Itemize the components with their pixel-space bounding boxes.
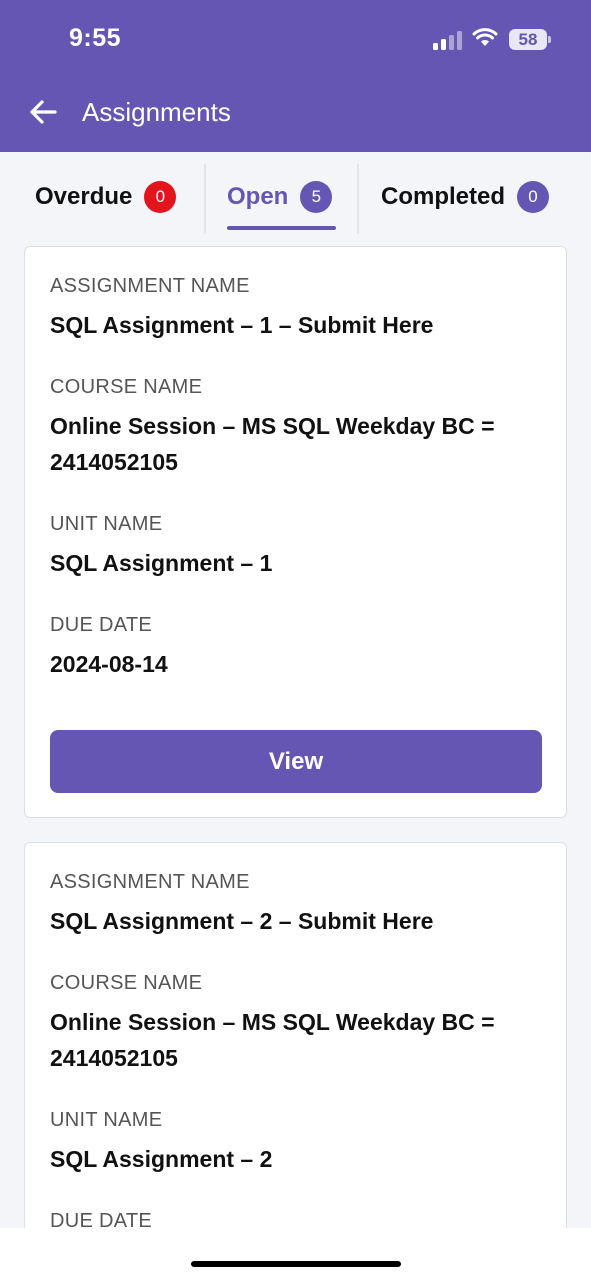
unit-name-value: SQL Assignment – 1 [50, 550, 273, 576]
tab-overdue[interactable]: Overdue 0 [35, 166, 177, 228]
unit-name-label: UNIT NAME [50, 1109, 163, 1131]
cellular-signal-icon [433, 31, 462, 50]
unit-name-label: UNIT NAME [50, 513, 163, 535]
course-name-value: Online Session – MS SQL Weekday BC = 241… [50, 1009, 495, 1071]
course-name-value: Online Session – MS SQL Weekday BC = 241… [50, 413, 495, 475]
arrow-left-icon[interactable] [27, 96, 59, 128]
tab-label: Completed [381, 183, 506, 210]
bottom-safe-area [0, 1228, 591, 1280]
course-name-label: COURSE NAME [50, 972, 203, 994]
view-button[interactable]: View [50, 730, 542, 793]
due-date-value: 2024-08-14 [50, 651, 168, 677]
active-tab-indicator [227, 226, 336, 230]
assignment-name-label: ASSIGNMENT NAME [50, 871, 250, 893]
count-badge: 0 [144, 181, 177, 213]
assignment-card: ASSIGNMENT NAME SQL Assignment – 2 – Sub… [24, 842, 567, 1242]
tab-label: Overdue [35, 183, 133, 210]
tab-divider [357, 164, 359, 234]
page-title: Assignments [82, 97, 231, 127]
tab-bar: Overdue 0 Open 5 Completed 0 [0, 152, 591, 242]
count-badge: 0 [517, 181, 550, 213]
count-badge: 5 [300, 181, 333, 213]
tab-divider [204, 164, 206, 234]
assignment-name-value: SQL Assignment – 2 – Submit Here [50, 908, 434, 934]
status-time: 9:55 [69, 24, 122, 52]
due-date-label: DUE DATE [50, 614, 153, 636]
tab-open[interactable]: Open 5 [227, 166, 333, 228]
app-header: 9:55 58 Assignments [0, 0, 591, 152]
battery-cap [548, 36, 551, 43]
tab-completed[interactable]: Completed 0 [381, 166, 550, 228]
unit-name-value: SQL Assignment – 2 [50, 1146, 273, 1172]
course-name-label: COURSE NAME [50, 376, 203, 398]
assignment-card: ASSIGNMENT NAME SQL Assignment – 1 – Sub… [24, 246, 567, 818]
assignment-name-label: ASSIGNMENT NAME [50, 275, 250, 297]
tab-label: Open [227, 183, 289, 210]
wifi-icon [472, 28, 498, 46]
battery-icon: 58 [509, 29, 547, 50]
assignment-name-value: SQL Assignment – 1 – Submit Here [50, 312, 434, 338]
home-indicator[interactable] [191, 1261, 401, 1267]
